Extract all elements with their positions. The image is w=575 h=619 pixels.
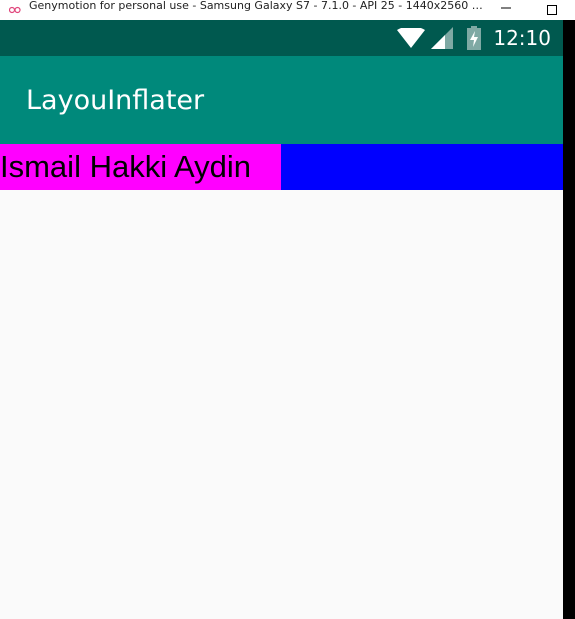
name-text-view: Ismail Hakki Aydin	[0, 144, 281, 190]
device-bezel	[563, 20, 575, 619]
main-content: Ismail Hakki Aydin	[0, 144, 563, 619]
signal-icon	[431, 27, 454, 49]
status-icons: 12:10	[391, 20, 551, 56]
status-time: 12:10	[493, 26, 551, 50]
app-bar-title: LayouInflater	[26, 84, 205, 116]
genymotion-app-icon	[8, 3, 22, 17]
wifi-icon	[397, 28, 426, 48]
minimize-button[interactable]	[483, 0, 529, 20]
app-bar: LayouInflater	[0, 56, 563, 144]
status-bar: 12:10	[0, 20, 563, 56]
window-controls	[483, 0, 575, 20]
device-screen: 12:10 LayouInflater Ismail Hakki Aydin	[0, 20, 563, 619]
window-titlebar: Genymotion for personal use - Samsung Ga…	[0, 0, 575, 20]
inflated-layout-row: Ismail Hakki Aydin	[0, 144, 563, 190]
battery-charging-icon	[467, 26, 482, 50]
maximize-icon	[547, 5, 557, 15]
maximize-button[interactable]	[529, 0, 575, 20]
minimize-icon	[501, 5, 511, 15]
window-title: Genymotion for personal use - Samsung Ga…	[29, 0, 484, 12]
